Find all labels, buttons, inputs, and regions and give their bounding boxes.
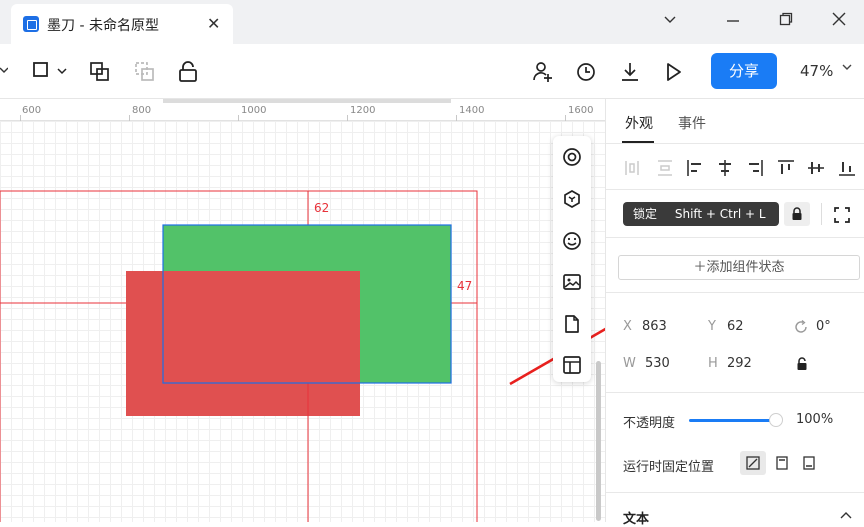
lock-tooltip: 锁定 Shift + Ctrl + L: [623, 202, 779, 226]
add-component-state-button[interactable]: ＋添加组件状态: [618, 255, 860, 280]
add-user-icon[interactable]: [532, 61, 554, 83]
chevron-up-icon[interactable]: [840, 511, 852, 519]
frame-dropdown-icon[interactable]: [32, 61, 68, 81]
minimize-button[interactable]: [726, 19, 740, 23]
unlock-icon[interactable]: [178, 61, 198, 83]
document-tab[interactable]: 墨刀 - 未命名原型 ✕: [11, 4, 233, 44]
distribute-vertical-icon[interactable]: [656, 159, 674, 177]
aspect-lock-icon[interactable]: [796, 357, 808, 371]
share-button[interactable]: 分享: [711, 53, 777, 89]
add-state-label: 添加组件状态: [706, 260, 785, 275]
fix-position-label: 运行时固定位置: [623, 460, 715, 475]
canvas-layer: [0, 190, 605, 522]
fix-none-button[interactable]: [740, 451, 766, 475]
tooltip-shortcut: Shift + Ctrl + L: [674, 207, 766, 221]
opacity-value[interactable]: 100%: [796, 412, 833, 427]
distribute-horizontal-icon[interactable]: [624, 159, 640, 177]
rotation-icon: [794, 320, 808, 334]
fix-bottom-button[interactable]: [796, 451, 822, 475]
image-icon[interactable]: [562, 272, 582, 292]
x-label: X: [623, 319, 632, 334]
opacity-slider-handle[interactable]: [769, 413, 783, 427]
close-icon[interactable]: [832, 12, 846, 26]
guide-distance-top: 62: [314, 201, 330, 215]
plus-icon: ＋: [693, 260, 707, 275]
y-label: Y: [708, 319, 716, 334]
tab-title: 墨刀 - 未命名原型: [47, 18, 159, 34]
text-section-title: 文本: [623, 512, 650, 527]
group-icon[interactable]: [89, 61, 111, 83]
align-top-icon[interactable]: [777, 159, 795, 177]
height-field[interactable]: 292: [727, 356, 752, 371]
app-logo-icon: [23, 16, 39, 32]
align-center-horizontal-icon[interactable]: [716, 159, 734, 177]
opacity-label: 不透明度: [623, 416, 676, 431]
x-field[interactable]: 863: [642, 319, 667, 334]
tab-events[interactable]: 事件: [678, 113, 706, 133]
lock-button[interactable]: [784, 202, 810, 226]
emoji-icon[interactable]: [562, 231, 582, 251]
w-label: W: [623, 356, 636, 371]
properties-panel: 外观 事件 锁定 Shift + Ctrl + L ＋添加组件状态 X 863 …: [605, 99, 864, 527]
guide-distance-right: 47: [457, 279, 473, 293]
lock-icon: [791, 207, 803, 221]
toolbar: 分享 47%: [0, 44, 864, 99]
component-icon[interactable]: [562, 189, 582, 209]
h-label: H: [708, 356, 718, 371]
play-icon[interactable]: [664, 61, 684, 83]
align-left-icon[interactable]: [686, 159, 704, 177]
tab-appearance[interactable]: 外观: [625, 113, 653, 133]
zoom-level[interactable]: 47%: [800, 62, 833, 80]
tab-close-button[interactable]: ✕: [207, 14, 220, 33]
title-bar: 墨刀 - 未命名原型 ✕: [0, 0, 864, 44]
download-icon[interactable]: [619, 61, 641, 83]
width-field[interactable]: 530: [645, 356, 670, 371]
ungroup-icon[interactable]: [134, 61, 156, 83]
document-icon[interactable]: [562, 314, 582, 334]
red-rectangle: [126, 271, 360, 416]
align-bottom-icon[interactable]: [838, 159, 856, 177]
design-canvas[interactable]: 600 800 1000 1200 1400 1600 62 47: [0, 99, 605, 522]
vertical-scrollbar[interactable]: [596, 361, 601, 521]
fullscreen-icon[interactable]: [834, 207, 850, 223]
template-icon[interactable]: [562, 355, 582, 375]
restore-icon[interactable]: [779, 12, 793, 26]
zoom-dropdown-icon[interactable]: [842, 62, 852, 72]
tooltip-label: 锁定: [633, 207, 658, 221]
chevron-down-icon[interactable]: [663, 12, 677, 26]
align-right-icon[interactable]: [746, 159, 764, 177]
chevron-down-icon[interactable]: [0, 66, 8, 74]
align-middle-vertical-icon[interactable]: [807, 159, 825, 177]
insert-tool-panel: [553, 136, 591, 382]
y-field[interactable]: 62: [727, 319, 744, 334]
history-icon[interactable]: [575, 61, 597, 83]
target-icon[interactable]: [562, 147, 582, 167]
opacity-slider[interactable]: [689, 419, 777, 422]
fix-top-button[interactable]: [769, 451, 795, 475]
rotation-field[interactable]: 0°: [816, 319, 831, 334]
